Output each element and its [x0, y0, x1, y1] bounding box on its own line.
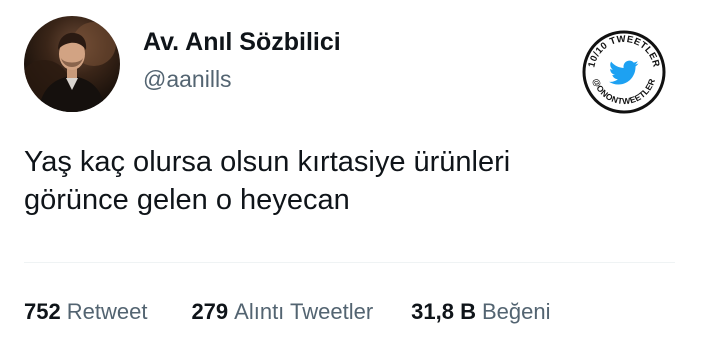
avatar-photo — [24, 22, 116, 112]
stats-divider — [24, 262, 675, 263]
author-display-name[interactable]: Av. Anıl Sözbilici — [143, 26, 341, 58]
retweets-count: 752 — [24, 299, 61, 324]
tweet-card: Av. Anıl Sözbilici @aanills 10/10 TWEETL… — [0, 0, 701, 341]
retweets-label: Retweet — [66, 299, 148, 324]
quotes-stat[interactable]: 279 Alıntı Tweetler — [191, 296, 373, 328]
engagement-stats: 752 Retweet 279 Alıntı Tweetler 31,8 B B… — [24, 296, 551, 328]
watermark-badge: 10/10 TWEETLER @ONONTWEETLER — [582, 30, 666, 114]
quotes-label: Alıntı Tweetler — [234, 299, 374, 324]
likes-label: Beğeni — [481, 299, 551, 324]
quotes-count: 279 — [191, 299, 229, 324]
tweet-text-line-1: Yaş kaç olursa olsun kırtasiye ürünleri — [24, 146, 511, 178]
tweet-text-line-2: görünce gelen o heyecan — [24, 184, 350, 216]
author-handle[interactable]: @aanills — [143, 64, 341, 94]
tweet-text: Yaş kaç olursa olsun kırtasiye ürünleri … — [24, 143, 674, 219]
likes-count: 31,8 B — [411, 299, 476, 324]
badge-logo: 10/10 TWEETLER @ONONTWEETLER — [582, 30, 666, 114]
likes-stat[interactable]: 31,8 B Beğeni — [411, 296, 550, 328]
author-block: Av. Anıl Sözbilici @aanills — [143, 26, 341, 94]
retweets-stat[interactable]: 752 Retweet — [24, 296, 147, 328]
avatar[interactable] — [24, 16, 120, 112]
